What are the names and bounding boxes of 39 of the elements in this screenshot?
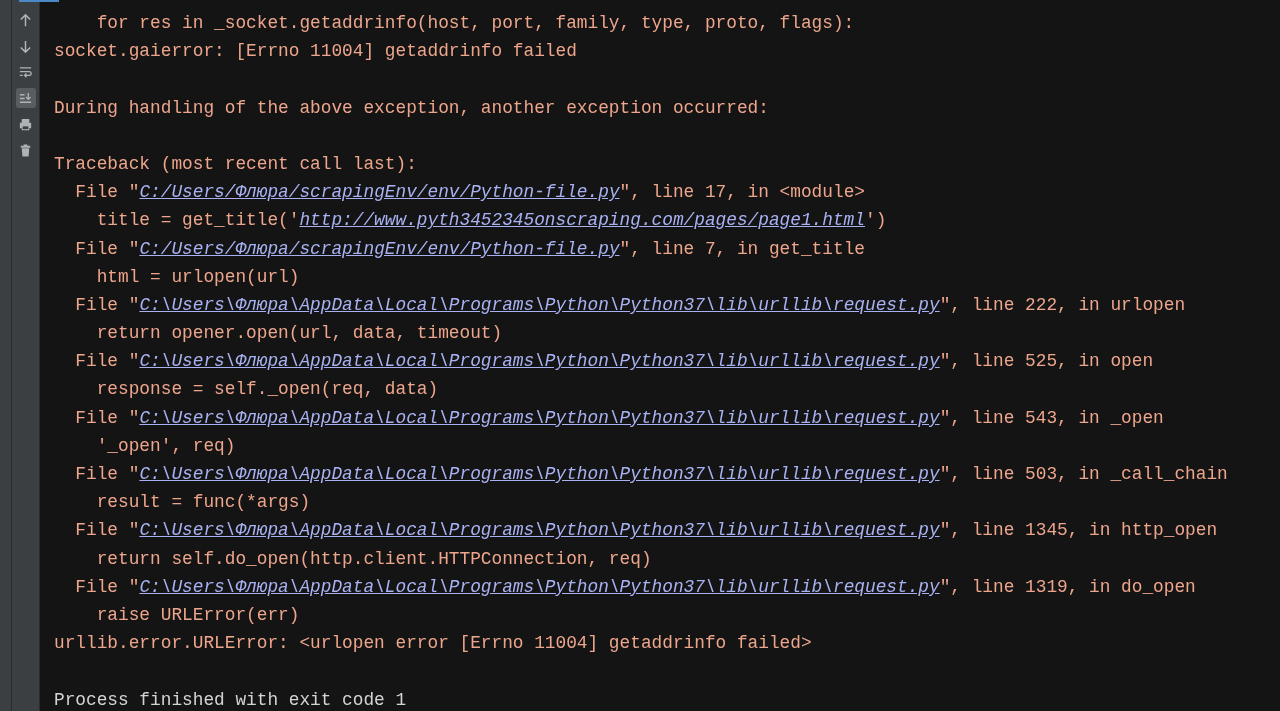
traceback-line: Traceback (most recent call last):: [54, 152, 418, 176]
console-message: Process finished with exit code 1: [54, 688, 408, 711]
traceback-line: for res in _socket.getaddrinfo(host, port, family, type, proto, flags):: [95, 12, 856, 35]
file-link[interactable]: C:\Users\Флюра\AppData\Local\Programs\Python\Python37\lib\urllib\request.py: [139, 464, 940, 484]
traceback-line: File "C:\Users\Флюра\AppData\Local\Programs\Python\Python37\lib\urllib\request.py", line 1345, in http_open: [74, 519, 1219, 543]
traceback-line: result = func(*args): [95, 491, 312, 515]
file-link[interactable]: C:\Users\Флюра\AppData\Local\Programs\Python\Python37\lib\urllib\request.py: [139, 407, 940, 428]
traceback-line: File "C:/Users/Флюра/scrapingEnv/env/Python-file.py", line 7, in get_title: [74, 237, 866, 261]
traceback-line: File "C:\Users\Флюра\AppData\Local\Programs\Python\Python37\lib\urllib\request.py", line 222, in urlopen: [74, 293, 1187, 317]
trash-icon: [18, 142, 33, 158]
file-link[interactable]: http://www.pyth3452345onscraping.com/pages/page1.html: [299, 210, 865, 231]
traceback-line: response = self._open(req, data): [95, 378, 440, 402]
scroll-to-end-button[interactable]: [15, 88, 36, 108]
traceback-line: html = urlopen(url): [95, 265, 301, 289]
traceback-line: socket.gaierror: [Errno 11004] getaddrinfo failed: [54, 40, 578, 64]
traceback-line: File "C:\Users\Флюра\AppData\Local\Programs\Python\Python37\lib\urllib\request.py", line 503, in _call_chain: [74, 463, 1229, 486]
traceback-line: During handling of the above exception, another exception occurred:: [54, 96, 770, 120]
traceback-line: title = get_title('http://www.pyth3452345onscraping.com/pages/page1.html'): [95, 209, 888, 233]
file-link[interactable]: C:\Users\Флюра\AppData\Local\Programs\Python\Python37\lib\urllib\request.py: [139, 351, 940, 372]
file-link[interactable]: C:/Users/Флюра/scrapingEnv/env/Python-file.py: [139, 238, 620, 259]
file-link[interactable]: C:\Users\Флюра\AppData\Local\Programs\Python\Python37\lib\urllib\request.py: [139, 520, 940, 541]
file-link[interactable]: C:\Users\Флюра\AppData\Local\Programs\Python\Python37\lib\urllib\request.py: [139, 294, 940, 315]
soft-wrap-icon: [18, 64, 33, 80]
scroll-to-end-icon: [18, 90, 33, 106]
traceback-line: File "C:\Users\Флюра\AppData\Local\Programs\Python\Python37\lib\urllib\request.py", line 525, in open: [74, 350, 1155, 374]
traceback-line: File "C:/Users/Флюра/scrapingEnv/env/Python-file.py", line 17, in <module>: [74, 181, 866, 205]
printer-icon: [18, 116, 33, 132]
arrow-down-icon: [18, 38, 33, 54]
arrow-up-icon: [18, 12, 33, 28]
traceback-line: return opener.open(url, data, timeout): [95, 322, 504, 346]
file-link[interactable]: C:\Users\Флюра\AppData\Local\Programs\Python\Python37\lib\urllib\request.py: [139, 576, 940, 597]
focus-indicator: [19, 0, 59, 2]
traceback-line: File "C:\Users\Флюра\AppData\Local\Programs\Python\Python37\lib\urllib\request.py", line 1319, in do_open: [74, 575, 1197, 599]
traceback-line: '_open', req): [95, 434, 237, 458]
traceback-line: urllib.error.URLError: <urlopen error [Errno 11004] getaddrinfo failed>: [54, 632, 813, 656]
traceback-line: File "C:\Users\Флюра\AppData\Local\Programs\Python\Python37\lib\urllib\request.py", line 543, in _open: [74, 406, 1165, 430]
file-link[interactable]: C:/Users/Флюра/scrapingEnv/env/Python-file.py: [139, 182, 620, 203]
traceback-line: return self.do_open(http.client.HTTPConnection, req): [95, 547, 653, 571]
traceback-line: raise URLError(err): [95, 603, 301, 627]
